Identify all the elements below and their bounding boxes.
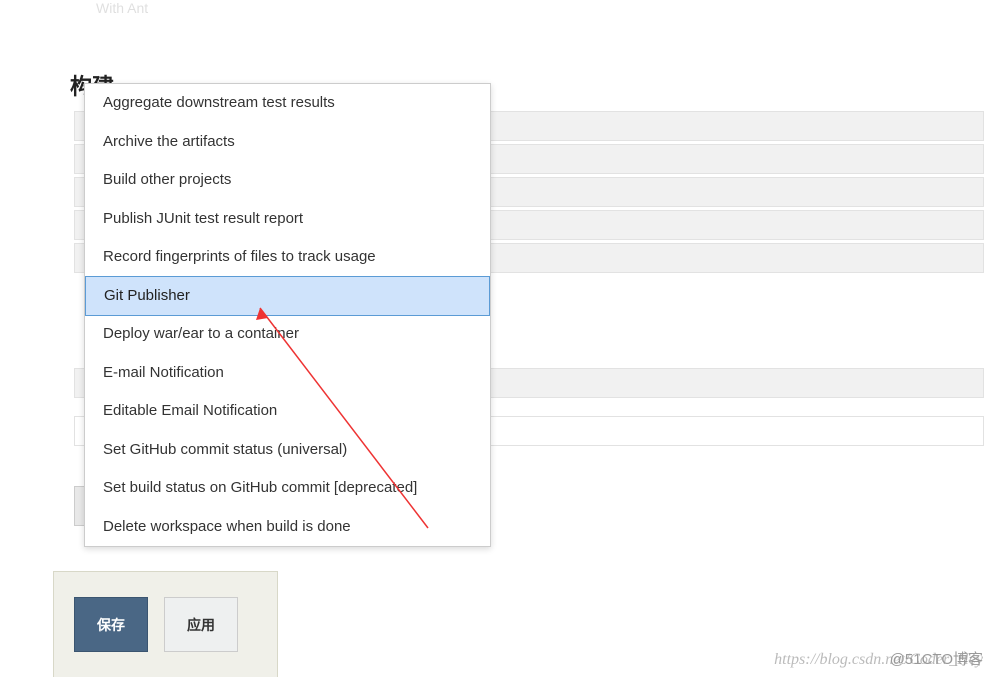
menu-item-editable-email[interactable]: Editable Email Notification (85, 392, 490, 431)
menu-item-delete-workspace[interactable]: Delete workspace when build is done (85, 508, 490, 547)
prev-step-label: With Ant (96, 0, 995, 24)
menu-item-build-other-projects[interactable]: Build other projects (85, 161, 490, 200)
menu-item-github-commit-status[interactable]: Set GitHub commit status (universal) (85, 431, 490, 470)
menu-item-archive-artifacts[interactable]: Archive the artifacts (85, 123, 490, 162)
menu-item-aggregate-downstream[interactable]: Aggregate downstream test results (85, 84, 490, 123)
post-build-actions-menu: Aggregate downstream test results Archiv… (84, 83, 491, 547)
footer-actions: 保存 应用 (53, 571, 278, 677)
save-button[interactable]: 保存 (74, 597, 148, 652)
apply-button[interactable]: 应用 (164, 597, 238, 652)
menu-item-record-fingerprints[interactable]: Record fingerprints of files to track us… (85, 238, 490, 277)
watermark-51cto: @51CTO博客 (890, 648, 983, 669)
menu-item-publish-junit[interactable]: Publish JUnit test result report (85, 200, 490, 239)
menu-item-deploy-war-ear[interactable]: Deploy war/ear to a container (85, 315, 490, 354)
menu-item-email-notification[interactable]: E-mail Notification (85, 354, 490, 393)
menu-item-git-publisher[interactable]: Git Publisher (85, 276, 490, 317)
menu-item-github-build-status-deprecated[interactable]: Set build status on GitHub commit [depre… (85, 469, 490, 508)
